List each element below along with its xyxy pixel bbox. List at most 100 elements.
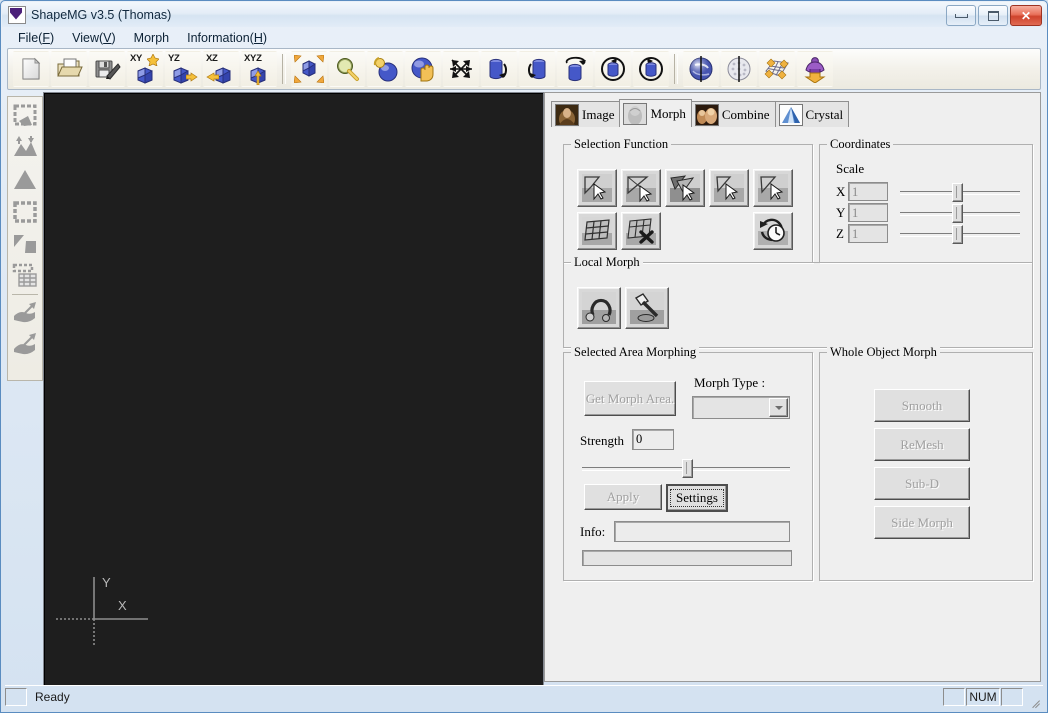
split-region-icon[interactable] <box>10 228 40 260</box>
paint-fill-icon[interactable] <box>10 297 40 329</box>
scale-y-slider[interactable] <box>900 204 1020 223</box>
rotate-right-icon[interactable] <box>519 51 555 87</box>
selected-area-morphing-caption: Selected Area Morphing <box>571 345 700 360</box>
scale-y-slider-thumb[interactable] <box>952 204 963 223</box>
leftbar-separator <box>12 294 38 295</box>
get-morph-area-button[interactable]: Get Morph Area. <box>584 381 676 416</box>
menu-item-file[interactable]: File(F) <box>9 30 63 46</box>
strength-input[interactable]: 0 <box>632 429 674 450</box>
coordinates-group: Coordinates Scale X 1 Y 1 Z 1 <box>819 137 1033 263</box>
shapemg-logo-icon <box>8 5 26 24</box>
pan-hand-icon[interactable] <box>405 51 441 87</box>
remesh-label: ReMesh <box>900 436 944 452</box>
menu-item-morph[interactable]: Morph <box>125 30 178 46</box>
status-left-pane <box>5 688 27 706</box>
select-edge-loop-icon[interactable] <box>621 169 661 207</box>
3d-viewport[interactable]: Y X <box>43 92 544 686</box>
axis-y-label: Y <box>836 205 846 220</box>
close-icon: ✕ <box>1020 8 1032 23</box>
select-paint-icon[interactable] <box>753 169 793 207</box>
menu-item-information[interactable]: Information(H) <box>178 30 276 46</box>
wireframe-grid-icon[interactable] <box>759 51 795 87</box>
info-field[interactable] <box>614 521 790 542</box>
menu-view-key: V <box>103 30 112 45</box>
selected-area-morphing-group: Selected Area Morphing Get Morph Area. M… <box>563 345 813 581</box>
tab-crystal[interactable]: Crystal <box>774 101 850 127</box>
free-rotate-icon[interactable] <box>443 51 479 87</box>
smooth-button[interactable]: Smooth <box>874 389 970 422</box>
scale-y-input[interactable]: 1 <box>848 203 888 222</box>
scale-z-input[interactable]: 1 <box>848 224 888 243</box>
mesh-grid-icon[interactable] <box>10 260 40 292</box>
left-tool-panel <box>7 96 43 381</box>
chevron-down-icon[interactable] <box>769 398 788 417</box>
selection-function-caption: Selection Function <box>571 137 672 152</box>
rotate-top-ccw-icon[interactable] <box>557 51 593 87</box>
main-toolbar: XY YZ XZ XYZ <box>7 48 1041 90</box>
zoom-object-icon[interactable] <box>367 51 403 87</box>
side-morph-label: Side Morph <box>891 514 953 530</box>
tab-combine[interactable]: Combine <box>690 101 776 127</box>
select-region-icon[interactable] <box>10 100 40 132</box>
select-vertex-icon[interactable] <box>709 169 749 207</box>
select-single-face-icon[interactable] <box>577 169 617 207</box>
subd-label: Sub-D <box>905 475 939 491</box>
zoom-icon[interactable] <box>329 51 365 87</box>
select-multi-face-icon[interactable] <box>665 169 705 207</box>
scale-z-slider-thumb[interactable] <box>952 225 963 244</box>
maximize-button[interactable] <box>978 5 1008 26</box>
remesh-button[interactable]: ReMesh <box>874 428 970 461</box>
axis-label-x: X <box>118 598 127 613</box>
tab-morph[interactable]: Morph <box>619 99 692 127</box>
hammer-morph-icon[interactable] <box>625 287 669 329</box>
triangle-shape-icon[interactable] <box>10 164 40 196</box>
magnet-morph-icon[interactable] <box>577 287 621 329</box>
view-xy-plane-icon[interactable]: XY <box>127 51 163 87</box>
view-yz-plane-icon[interactable]: YZ <box>165 51 201 87</box>
scale-x-input[interactable]: 1 <box>848 182 888 201</box>
toolbar-separator-1 <box>282 54 286 84</box>
select-all-region-icon[interactable] <box>10 196 40 228</box>
morph-type-dropdown[interactable] <box>692 396 790 419</box>
scale-x-slider-thumb[interactable] <box>952 183 963 202</box>
scale-x-slider[interactable] <box>900 183 1020 202</box>
fit-to-window-icon[interactable] <box>291 51 327 87</box>
strength-slider-thumb[interactable] <box>682 459 693 478</box>
strength-slider[interactable] <box>582 459 790 478</box>
paint-erase-icon[interactable] <box>10 329 40 361</box>
settings-button[interactable]: Settings <box>666 484 728 512</box>
tab-image[interactable]: Image <box>551 101 621 127</box>
shade-smooth-icon[interactable] <box>683 51 719 87</box>
rotate-cylinder-ccw-icon[interactable] <box>595 51 631 87</box>
menu-item-view[interactable]: View(V) <box>63 30 125 46</box>
image-thumbnail-icon <box>555 103 579 126</box>
minimize-button[interactable] <box>946 5 976 26</box>
status-bar: Ready NUM <box>5 685 1043 708</box>
open-folder-icon[interactable] <box>51 51 87 87</box>
elevate-terrain-icon[interactable] <box>10 132 40 164</box>
selection-history-clock-icon[interactable] <box>753 212 793 250</box>
apply-button[interactable]: Apply <box>584 484 662 510</box>
status-pane-3 <box>1001 688 1023 706</box>
view-xyz-iso-icon[interactable]: XYZ <box>241 51 277 87</box>
rotate-cylinder-cw-icon[interactable] <box>633 51 669 87</box>
menu-view-label: View( <box>72 30 104 45</box>
menu-morph-label: Morph <box>133 30 170 45</box>
side-morph-button[interactable]: Side Morph <box>874 506 970 539</box>
selection-function-group: Selection Function <box>563 137 813 263</box>
window-title: ShapeMG v3.5 (Thomas) <box>31 7 172 22</box>
scale-z-slider[interactable] <box>900 225 1020 244</box>
view-xz-plane-icon[interactable]: XZ <box>203 51 239 87</box>
deselect-grid-icon[interactable] <box>621 212 661 250</box>
local-morph-group: Local Morph <box>563 255 1033 348</box>
subd-button[interactable]: Sub-D <box>874 467 970 500</box>
export-object-icon[interactable] <box>797 51 833 87</box>
close-button[interactable]: ✕ <box>1010 5 1042 26</box>
resize-grip-icon[interactable] <box>1027 690 1041 704</box>
save-disk-icon[interactable] <box>89 51 125 87</box>
status-message: Ready <box>35 690 70 704</box>
new-file-icon[interactable] <box>13 51 49 87</box>
select-grid-icon[interactable] <box>577 212 617 250</box>
rotate-left-icon[interactable] <box>481 51 517 87</box>
shade-points-icon[interactable] <box>721 51 757 87</box>
